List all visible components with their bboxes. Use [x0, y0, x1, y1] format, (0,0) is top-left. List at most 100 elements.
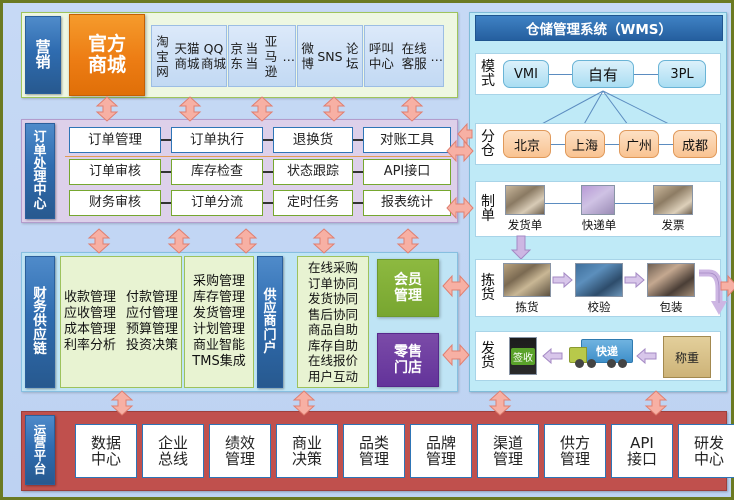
arrow-to-ops-3 — [488, 390, 512, 416]
official-mall-box[interactable]: 官方商城 — [69, 14, 145, 96]
signed-receipt-label: 签收 — [511, 347, 535, 365]
supplier-portal-list[interactable]: 在线采购 订单协同 发货协同 售后协同 商品自助 库存自助 在线报价 用户互动 — [297, 256, 369, 388]
supplier-list-item[interactable]: 发货协同 — [308, 291, 358, 307]
verify-to-pack-arrow — [624, 271, 645, 289]
order-box-label: API接口 — [383, 163, 431, 179]
supplychain-list-item[interactable]: 库存管理 — [193, 290, 245, 306]
ops-item-2[interactable]: 企业总线 — [142, 424, 204, 478]
channel-box-jd[interactable]: 京东 当当 亚马逊… — [228, 25, 296, 87]
ops-item-label: 数据中心 — [91, 433, 122, 468]
order-connector — [161, 202, 171, 204]
order-connector — [161, 171, 171, 173]
order-box-label: 财务审核 — [88, 194, 141, 210]
supplier-list-item[interactable]: 售后协同 — [308, 307, 358, 323]
supplier-list-item[interactable]: 商品自助 — [308, 322, 358, 338]
supplychain-list-item[interactable]: TMS集成 — [192, 354, 245, 370]
express-truck-icon: 快递 — [569, 339, 633, 373]
order-box-label: 订单审核 — [88, 163, 141, 179]
order-box-scheduled-tasks[interactable]: 定时任务 — [273, 190, 353, 216]
ops-item-6[interactable]: 品牌管理 — [410, 424, 472, 478]
invoice-caption: 发票 — [643, 217, 703, 233]
caption-text: 发票 — [661, 218, 685, 232]
caption-text: 发货单 — [507, 218, 543, 232]
ops-item-8[interactable]: 供方管理 — [544, 424, 606, 478]
finance-module-list[interactable]: 收款管理 付款管理 应收管理 应付管理 成本管理 预算管理 利率分析 投资决策 — [60, 256, 182, 388]
sidebar-label-ops-platform: 运营平台 — [25, 415, 55, 485]
pick-to-verify-arrow — [552, 271, 573, 289]
express-order-photo — [581, 185, 615, 215]
finance-list-row[interactable]: 应收管理 应付管理 — [64, 306, 178, 322]
channel-line: 呼叫中心 — [368, 41, 394, 71]
channel-line: … — [282, 48, 295, 64]
supplier-list-item[interactable]: 在线采购 — [308, 260, 358, 276]
ops-item-4[interactable]: 商业决策 — [276, 424, 338, 478]
order-box-finance-review[interactable]: 财务审核 — [69, 190, 161, 216]
order-box-order-execution[interactable]: 订单执行 — [171, 127, 263, 153]
order-box-order-review[interactable]: 订单审核 — [69, 159, 161, 185]
ops-item-label: 品类管理 — [359, 433, 390, 468]
sidebar-label-supplier-portal: 供应商门户 — [257, 256, 283, 388]
wms-mode-text: VMI — [514, 66, 538, 82]
supplychain-list-item[interactable]: 商业智能 — [193, 338, 245, 354]
arrow-to-ops-4 — [644, 390, 668, 416]
supplier-list-item[interactable]: 用户互动 — [308, 369, 358, 385]
finance-list-row[interactable]: 利率分析 投资决策 — [64, 338, 178, 354]
supplychain-list-item[interactable]: 发货管理 — [193, 306, 245, 322]
wms-title: 仓储管理系统（WMS） — [475, 15, 723, 41]
wms-warehouse-shanghai[interactable]: 上海 — [565, 130, 605, 158]
finance-list-row[interactable]: 成本管理 预算管理 — [64, 322, 178, 338]
supplier-list-item[interactable]: 订单协同 — [308, 276, 358, 292]
packing-photo — [647, 263, 695, 297]
wms-warehouse-text: 广州 — [625, 138, 652, 154]
wms-warehouse-text: 北京 — [513, 138, 540, 154]
channel-box-taobao[interactable]: 淘宝网 天猫商城 QQ商城 — [151, 25, 227, 87]
channel-line: 京东 — [230, 41, 243, 71]
channel-line: 亚马逊 — [264, 33, 278, 79]
order-box-order-routing[interactable]: 订单分流 — [171, 190, 263, 216]
order-box-reconciliation[interactable]: 对账工具 — [363, 127, 451, 153]
arrow-retail-to-wms-ship — [442, 343, 470, 367]
wms-mode-text: 自有 — [587, 65, 618, 84]
retail-store-box[interactable]: 零售门店 — [377, 333, 439, 387]
order-box-status-tracking[interactable]: 状态跟踪 — [273, 159, 353, 185]
arrow-left-to-wms — [457, 122, 473, 146]
order-center-side-text: 订单处理中心 — [33, 130, 47, 212]
member-management-box[interactable]: 会员管理 — [377, 259, 439, 317]
order-box-label: 订单执行 — [190, 131, 244, 148]
channel-box-callcenter[interactable]: 呼叫中心 在线客服… — [364, 25, 444, 87]
weigh-to-express-arrow — [636, 347, 657, 365]
finance-list-item: 应收管理 — [64, 305, 117, 321]
order-box-api[interactable]: API接口 — [363, 159, 451, 185]
order-box-stock-check[interactable]: 库存检查 — [171, 159, 263, 185]
wms-warehouse-beijing[interactable]: 北京 — [503, 130, 551, 158]
weigh-label: 称重 — [674, 350, 699, 365]
caption-text: 包装 — [659, 300, 683, 314]
finance-list-item: 成本管理 — [64, 322, 117, 337]
supplychain-module-list[interactable]: 采购管理 库存管理 发货管理 计划管理 商业智能 TMS集成 — [184, 256, 254, 388]
finance-list-row[interactable]: 收款管理 付款管理 — [64, 290, 178, 306]
wms-document-label-text: 制单 — [481, 193, 495, 224]
order-box-order-management[interactable]: 订单管理 — [69, 127, 161, 153]
channel-line: 微博 — [301, 41, 314, 71]
ops-item-10[interactable]: 研发中心 — [678, 424, 734, 478]
supplier-list-item[interactable]: 库存自助 — [308, 338, 358, 354]
ops-item-1[interactable]: 数据中心 — [75, 424, 137, 478]
channel-box-social[interactable]: 微博 SNS 论坛 — [297, 25, 363, 87]
supplychain-list-item[interactable]: 计划管理 — [193, 322, 245, 338]
supplychain-list-item[interactable]: 采购管理 — [193, 274, 245, 290]
wms-warehouse-guangzhou[interactable]: 广州 — [619, 130, 659, 158]
order-box-reports[interactable]: 报表统计 — [363, 190, 451, 216]
wms-warehouse-chengdu[interactable]: 成都 — [673, 130, 717, 158]
ops-item-5[interactable]: 品类管理 — [343, 424, 405, 478]
ops-item-3[interactable]: 绩效管理 — [209, 424, 271, 478]
wms-doc-connector — [545, 203, 581, 204]
ops-item-9[interactable]: API接口 — [611, 424, 673, 478]
wms-wh-connector — [551, 144, 565, 145]
ops-item-label: 企业总线 — [158, 433, 189, 468]
express-order-caption: 快递单 — [569, 217, 629, 233]
supplier-list-item[interactable]: 在线报价 — [308, 353, 358, 369]
arrow-taobao-to-order — [178, 96, 202, 122]
ops-item-7[interactable]: 渠道管理 — [477, 424, 539, 478]
retail-store-label: 零售门店 — [394, 343, 422, 376]
order-box-returns[interactable]: 退换货 — [273, 127, 353, 153]
